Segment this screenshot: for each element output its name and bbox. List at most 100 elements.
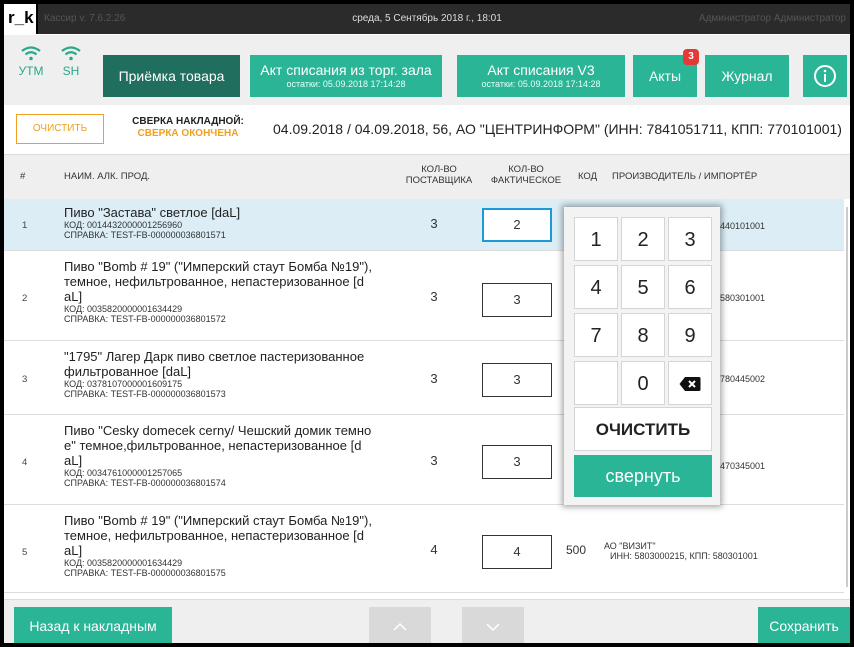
product-name-line: aL] [64, 289, 83, 304]
qty-supplier: 3 [430, 289, 438, 304]
row-num: 5 [22, 547, 28, 558]
qty-actual-input[interactable]: 3 [482, 283, 552, 317]
product-name-line: е" темное,фильтрованное, непастеризованн… [64, 438, 362, 453]
product-ref: СПРАВКА: TEST-FB-000000036801574 [64, 478, 226, 488]
wifi-icon [61, 46, 81, 61]
key-2[interactable]: 2 [621, 217, 665, 261]
product-ref: СПРАВКА: TEST-FB-000000036801573 [64, 389, 226, 399]
reconciliation-bar: ОЧИСТИТЬ СВЕРКА НАКЛАДНОЙ: СВЕРКА ОКОНЧЕ… [4, 105, 850, 155]
table-row[interactable]: 1 Пиво "Застава" светлое [daL] КОД: 0014… [4, 199, 850, 251]
utm-label: УТМ [18, 64, 44, 78]
clear-reconciliation-button[interactable]: ОЧИСТИТЬ [16, 114, 104, 144]
key-3[interactable]: 3 [668, 217, 712, 261]
product-name-line: Пиво "Bomb # 19" ("Имперский стаут Бомба… [64, 259, 372, 274]
app-window: r_k Кассир v. 7.6.2.26 среда, 5 Сентябрь… [4, 4, 850, 643]
table-scrollbar[interactable] [844, 199, 850, 599]
footer: Назад к накладным Сохранить [4, 599, 850, 643]
qty-supplier: 3 [430, 216, 438, 231]
header-qty-actual-2: ФАКТИЧЕСКОЕ [490, 175, 562, 186]
product-name-line: aL] [64, 453, 83, 468]
table-row[interactable]: 4 Пиво "Cesky domecek cerny/ Чешский дом… [4, 415, 850, 505]
receive-goods-button[interactable]: Приёмка товара [103, 55, 240, 97]
manufacturer-info: АО "ВИЗИТ" ИНН: 5803000215, КПП: 5803010… [604, 541, 758, 561]
header-name: НАИМ. АЛК. ПРОД. [64, 171, 151, 182]
writeoff-hall-sub: остатки: 05.09.2018 17:14:28 [286, 79, 406, 89]
writeoff-v3-label: Акт списания V3 [487, 62, 595, 78]
current-user: Администратор Администратор [698, 13, 846, 24]
table-row[interactable]: 3 "1795" Лагер Дарк пиво светлое пастери… [4, 341, 850, 415]
key-8[interactable]: 8 [621, 313, 665, 357]
writeoff-hall-button[interactable]: Акт списания из торг. зала остатки: 05.0… [250, 55, 442, 97]
product-name: Пиво "Bomb # 19" ("Имперский стаут Бомба… [64, 259, 399, 324]
product-ref: СПРАВКА: TEST-FB-000000036801575 [64, 568, 226, 578]
manufacturer-ids: ИНН: 5803000215, КПП: 580301001 [610, 551, 758, 561]
manufacturer-info: 780445002 [720, 374, 766, 384]
scroll-up-button[interactable] [369, 607, 431, 643]
header-qty-supplier-2: ПОСТАВЩИКА [405, 175, 473, 186]
product-name: Пиво "Cesky domecek cerny/ Чешский домик… [64, 423, 399, 488]
product-code: КОД: 0014432000001256960 [64, 220, 183, 230]
info-icon [814, 65, 836, 87]
qty-actual-input[interactable]: 2 [482, 208, 552, 242]
scroll-down-button[interactable] [462, 607, 524, 643]
save-button[interactable]: Сохранить [758, 607, 850, 643]
utm-status[interactable]: УТМ [16, 45, 46, 78]
header-num: # [20, 171, 26, 182]
manufacturer-info: 580301001 [720, 293, 766, 303]
sh-status[interactable]: SH [56, 45, 86, 78]
journal-button[interactable]: Журнал [705, 55, 789, 97]
product-name-line: Пиво "Bomb # 19" ("Имперский стаут Бомба… [64, 513, 372, 528]
header-manufacturer: ПРОИЗВОДИТЕЛЬ / ИМПОРТЁР [612, 171, 758, 182]
qty-actual-input[interactable]: 3 [482, 445, 552, 479]
row-num: 3 [22, 374, 28, 385]
product-name: Пиво "Застава" светлое [daL] КОД: 001443… [64, 205, 399, 240]
product-name-line: "1795" Лагер Дарк пиво светлое пастеризо… [64, 349, 365, 364]
product-ref: СПРАВКА: TEST-FB-000000036801571 [64, 230, 226, 240]
row-num: 2 [22, 293, 28, 304]
product-name: "1795" Лагер Дарк пиво светлое пастеризо… [64, 349, 399, 399]
reconciliation-status: СВЕРКА ОКОНЧЕНА [137, 128, 239, 139]
product-name-line: Пиво "Cesky domecek cerny/ Чешский домик… [64, 423, 372, 438]
title-bar: r_k Кассир v. 7.6.2.26 среда, 5 Сентябрь… [4, 4, 850, 34]
wifi-icon [21, 46, 41, 61]
chevron-down-icon [486, 623, 500, 632]
product-code: КОД: 0378107000001609175 [64, 379, 183, 389]
key-6[interactable]: 6 [668, 265, 712, 309]
writeoff-v3-sub: остатки: 05.09.2018 17:14:28 [481, 79, 601, 89]
product-name-line: aL] [64, 543, 83, 558]
table-row[interactable]: 5 Пиво "Bomb # 19" ("Имперский стаут Бом… [4, 505, 850, 593]
product-code: КОД: 0035820000001634429 [64, 558, 183, 568]
writeoff-hall-label: Акт списания из торг. зала [260, 62, 432, 78]
table-row[interactable]: 2 Пиво "Bomb # 19" ("Имперский стаут Бом… [4, 251, 850, 341]
key-1[interactable]: 1 [574, 217, 618, 261]
numpad-clear-button[interactable]: ОЧИСТИТЬ [574, 407, 712, 451]
row-num: 1 [22, 220, 28, 231]
product-code: КОД: 0035820000001634429 [64, 304, 183, 314]
acts-button[interactable]: Акты 3 [633, 49, 699, 97]
product-name-line: темное, нефильтрованное, непастеризованн… [64, 528, 365, 543]
key-0[interactable]: 0 [621, 361, 665, 405]
product-code: КОД: 0034761000001257065 [64, 468, 183, 478]
info-button[interactable] [803, 55, 847, 97]
product-name: Пиво "Bomb # 19" ("Имперский стаут Бомба… [64, 513, 399, 578]
manufacturer-name: АО "ВИЗИТ" [604, 541, 656, 551]
product-name-line: темное, нефильтрованное, непастеризованн… [64, 274, 365, 289]
sh-label: SH [62, 64, 80, 78]
qty-actual-input[interactable]: 3 [482, 363, 552, 397]
backspace-icon [679, 377, 701, 391]
qty-supplier: 4 [430, 542, 438, 557]
scrollbar-thumb[interactable] [846, 207, 848, 587]
key-7[interactable]: 7 [574, 313, 618, 357]
row-num: 4 [22, 457, 28, 468]
back-to-invoices-button[interactable]: Назад к накладным [14, 607, 172, 643]
qty-actual-input[interactable]: 4 [482, 535, 552, 569]
numpad-collapse-button[interactable]: свернуть [574, 455, 712, 497]
key-4[interactable]: 4 [574, 265, 618, 309]
key-9[interactable]: 9 [668, 313, 712, 357]
writeoff-v3-button[interactable]: Акт списания V3 остатки: 05.09.2018 17:1… [457, 55, 625, 97]
qty-supplier: 3 [430, 371, 438, 386]
key-5[interactable]: 5 [621, 265, 665, 309]
numpad: 1 2 3 4 5 6 7 8 9 0 ОЧИСТИТЬ свернуть [564, 207, 720, 505]
backspace-key[interactable] [668, 361, 712, 405]
header-qty-actual-1: КОЛ-ВО [508, 164, 544, 175]
